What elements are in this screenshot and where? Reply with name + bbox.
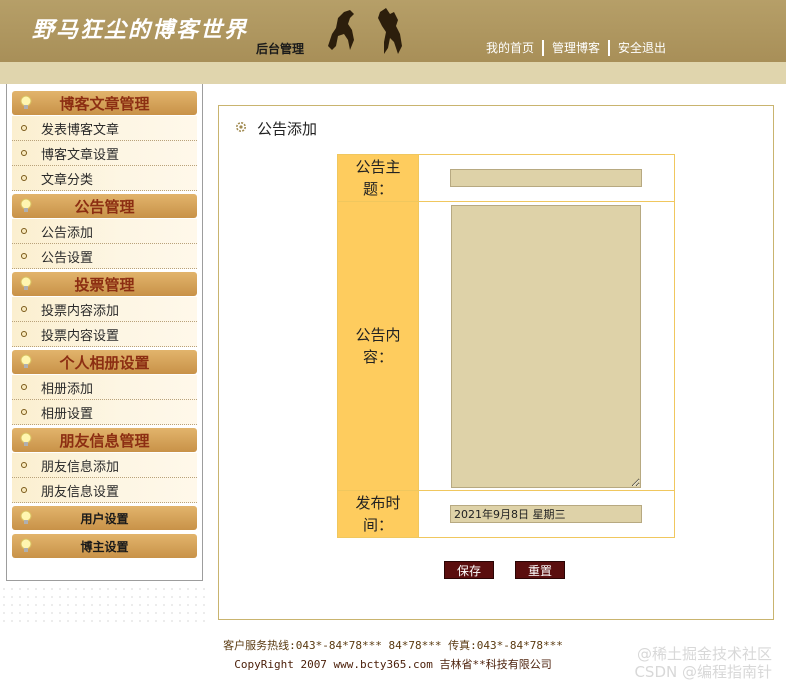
sidebar-section-blogger-settings[interactable]: 博主设置 — [12, 534, 197, 558]
sidebar-section-title: 公告管理 — [74, 197, 135, 216]
reset-button[interactable]: 重置 — [515, 561, 565, 579]
lightbulb-icon — [20, 95, 32, 109]
watermark-line: @稀土掘金技术社区 — [636, 645, 772, 663]
sidebar-item-label: 文章分类 — [41, 172, 94, 188]
bullet-icon — [21, 462, 27, 468]
content-label: 公告内 容： — [338, 202, 419, 490]
announcement-form: 公告主 题： 公告内 容： 发布时 间： — [337, 154, 675, 538]
gear-icon — [236, 122, 246, 132]
sidebar-item-label: 投票内容设置 — [41, 328, 120, 344]
sidebar-section-title: 投票管理 — [74, 275, 135, 294]
sidebar-item-label: 公告添加 — [41, 225, 94, 241]
lightbulb-icon — [20, 510, 32, 524]
lightbulb-icon — [20, 276, 32, 290]
sidebar-section-title: 用户设置 — [80, 511, 129, 526]
subject-input[interactable] — [450, 169, 642, 187]
bullet-icon — [21, 150, 27, 156]
sidebar-item-post-article[interactable]: 发表博客文章 — [12, 116, 197, 141]
bullet-icon — [21, 125, 27, 131]
dot-pattern-background — [0, 585, 210, 625]
admin-subtitle: 后台管理 — [256, 42, 305, 56]
sidebar: 博客文章管理 发表博客文章 博客文章设置 文章分类 公告管理 公告添加 公告设置… — [6, 84, 203, 581]
lightbulb-icon — [20, 198, 32, 212]
sidebar-item-add-announcement[interactable]: 公告添加 — [12, 219, 197, 244]
page-title: 公告添加 — [257, 120, 318, 138]
sidebar-section-friends[interactable]: 朋友信息管理 — [12, 428, 197, 452]
sidebar-item-label: 公告设置 — [41, 250, 94, 266]
sidebar-section-votes[interactable]: 投票管理 — [12, 272, 197, 296]
sidebar-item-add-friend[interactable]: 朋友信息添加 — [12, 453, 197, 478]
sidebar-section-title: 博主设置 — [80, 539, 129, 554]
lightbulb-icon — [20, 432, 32, 446]
publish-time-label: 发布时 间： — [338, 491, 419, 537]
sidebar-item-add-vote[interactable]: 投票内容添加 — [12, 297, 197, 322]
sidebar-item-album-settings[interactable]: 相册设置 — [12, 400, 197, 425]
save-button[interactable]: 保存 — [444, 561, 494, 579]
sidebar-section-title: 朋友信息管理 — [59, 431, 150, 450]
bullet-icon — [21, 409, 27, 415]
subject-label: 公告主 题： — [338, 155, 419, 201]
lightbulb-icon — [20, 538, 32, 552]
sidebar-item-article-settings[interactable]: 博客文章设置 — [12, 141, 197, 166]
sidebar-item-vote-settings[interactable]: 投票内容设置 — [12, 322, 197, 347]
top-nav: 我的首页 管理博客 安全退出 — [478, 40, 674, 56]
bullet-icon — [21, 228, 27, 234]
header-bar: 野马狂尘的博客世界 后台管理 我的首页 管理博客 安全退出 — [0, 0, 786, 62]
sidebar-section-user-settings[interactable]: 用户设置 — [12, 506, 197, 530]
sidebar-section-album[interactable]: 个人相册设置 — [12, 350, 197, 374]
sidebar-item-label: 相册添加 — [41, 381, 94, 397]
sidebar-item-announcement-settings[interactable]: 公告设置 — [12, 244, 197, 269]
bullet-icon — [21, 384, 27, 390]
bullet-icon — [21, 306, 27, 312]
nav-manage-blog-link[interactable]: 管理博客 — [544, 41, 608, 55]
sidebar-item-label: 发表博客文章 — [41, 122, 120, 138]
bullet-icon — [21, 487, 27, 493]
publish-time-input[interactable] — [450, 505, 642, 523]
lightbulb-icon — [20, 354, 32, 368]
sidebar-item-friend-settings[interactable]: 朋友信息设置 — [12, 478, 197, 503]
sidebar-item-label: 朋友信息设置 — [41, 484, 120, 500]
horse-icon — [378, 8, 402, 54]
sidebar-item-label: 博客文章设置 — [41, 147, 120, 163]
bullet-icon — [21, 253, 27, 259]
sidebar-item-label: 投票内容添加 — [41, 303, 120, 319]
watermark: @稀土掘金技术社区 CSDN @编程指南针 — [634, 645, 772, 681]
nav-home-link[interactable]: 我的首页 — [478, 41, 542, 55]
sidebar-item-label: 朋友信息添加 — [41, 459, 120, 475]
sidebar-section-title: 个人相册设置 — [59, 353, 150, 372]
main-panel: 公告添加 公告主题： 公告内容： 发布时间： 保存 重置 — [218, 105, 774, 620]
sidebar-item-label: 相册设置 — [41, 406, 94, 422]
content-textarea[interactable] — [451, 205, 641, 488]
header-band — [0, 62, 786, 84]
sidebar-section-articles[interactable]: 博客文章管理 — [12, 91, 197, 115]
site-logo: 野马狂尘的博客世界 — [32, 17, 249, 43]
sidebar-section-announcements[interactable]: 公告管理 — [12, 194, 197, 218]
watermark-line: CSDN @编程指南针 — [634, 663, 772, 681]
nav-logout-link[interactable]: 安全退出 — [610, 41, 674, 55]
bullet-icon — [21, 175, 27, 181]
horse-icon — [328, 10, 354, 50]
sidebar-item-article-category[interactable]: 文章分类 — [12, 166, 197, 191]
sidebar-section-title: 博客文章管理 — [59, 94, 150, 113]
bullet-icon — [21, 331, 27, 337]
sidebar-item-add-album[interactable]: 相册添加 — [12, 375, 197, 400]
